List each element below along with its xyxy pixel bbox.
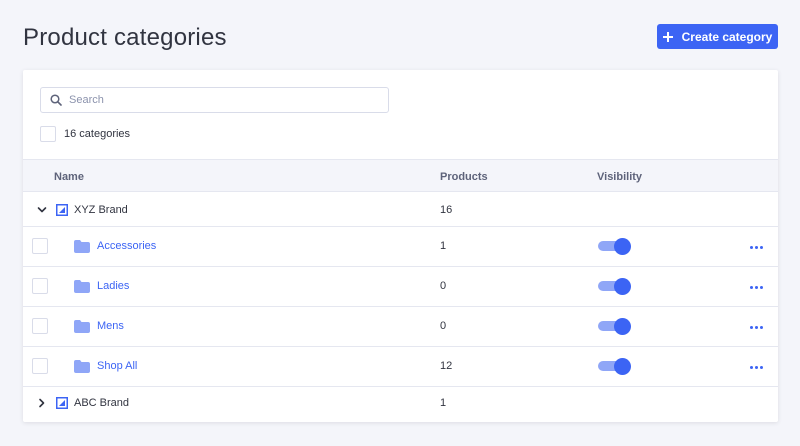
page-header: Product categories Create category <box>0 0 800 70</box>
search-box <box>40 87 389 113</box>
select-all: 16 categories <box>40 126 130 142</box>
brand-name: XYZ Brand <box>74 204 128 216</box>
products-count: 1 <box>440 240 447 252</box>
brand-name: ABC Brand <box>74 397 130 409</box>
folder-icon <box>74 320 90 333</box>
products-count: 16 <box>440 204 453 216</box>
category-count: 16 categories <box>64 128 131 140</box>
more-actions-icon[interactable] <box>750 244 766 250</box>
visibility-toggle[interactable] <box>597 358 633 375</box>
more-actions-icon[interactable] <box>750 324 766 330</box>
brand-logo-icon <box>56 204 68 216</box>
table-header: Name Products Visibility <box>23 159 778 192</box>
column-products[interactable]: Products <box>440 171 488 183</box>
category-name-link[interactable]: Shop All <box>97 360 137 372</box>
more-actions-icon[interactable] <box>750 284 766 290</box>
row-checkbox[interactable] <box>32 318 48 334</box>
chevron-right-icon[interactable] <box>37 398 47 408</box>
row-checkbox[interactable] <box>32 238 48 254</box>
category-row-ladies: Ladies 0 <box>23 267 778 307</box>
category-name-link[interactable]: Ladies <box>97 280 129 292</box>
plus-icon <box>662 31 673 42</box>
visibility-toggle[interactable] <box>597 238 633 255</box>
category-row-shop-all: Shop All 12 <box>23 347 778 387</box>
column-visibility[interactable]: Visibility <box>597 171 642 183</box>
visibility-toggle[interactable] <box>597 318 633 335</box>
create-category-label: Create category <box>681 29 773 44</box>
category-name-link[interactable]: Mens <box>97 320 124 332</box>
products-count: 0 <box>440 320 447 332</box>
category-row-accessories: Accessories 1 <box>23 227 778 267</box>
select-all-checkbox[interactable] <box>40 126 56 142</box>
category-row-mens: Mens 0 <box>23 307 778 347</box>
page-title: Product categories <box>23 24 227 51</box>
toggle-knob <box>614 358 631 375</box>
categories-card: 16 categories Name Products Visibility X… <box>23 70 778 422</box>
row-checkbox[interactable] <box>32 358 48 374</box>
brand-row-abc: ABC Brand 1 <box>23 387 778 422</box>
brand-logo-icon <box>56 397 68 409</box>
chevron-down-icon[interactable] <box>37 205 47 215</box>
folder-icon <box>74 240 90 253</box>
column-name[interactable]: Name <box>54 171 84 183</box>
create-category-button[interactable]: Create category <box>657 24 778 49</box>
visibility-toggle[interactable] <box>597 278 633 295</box>
folder-icon <box>74 280 90 293</box>
brand-row-xyz: XYZ Brand 16 <box>23 192 778 227</box>
search-input[interactable] <box>69 91 379 109</box>
more-actions-icon[interactable] <box>750 364 766 370</box>
products-count: 1 <box>440 397 447 409</box>
products-count: 0 <box>440 280 447 292</box>
products-count: 12 <box>440 360 453 372</box>
search-icon <box>50 94 62 106</box>
toggle-knob <box>614 278 631 295</box>
toggle-knob <box>614 318 631 335</box>
toggle-knob <box>614 238 631 255</box>
row-checkbox[interactable] <box>32 278 48 294</box>
category-name-link[interactable]: Accessories <box>97 240 156 252</box>
folder-icon <box>74 360 90 373</box>
